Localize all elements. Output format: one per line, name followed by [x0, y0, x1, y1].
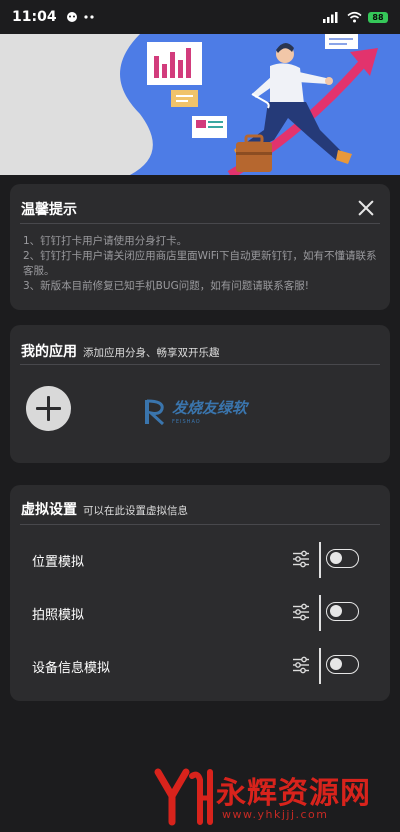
my-apps-header: 我的应用 添加应用分身、畅享双开乐趣 — [21, 341, 220, 361]
setting-row-camera: 拍照模拟 — [10, 595, 390, 631]
my-apps-card: 我的应用 添加应用分身、畅享双开乐趣 发烧友绿软 FEISHAO — [10, 325, 390, 463]
notice-divider — [20, 223, 380, 224]
status-right: 88 — [323, 11, 388, 23]
add-app-button[interactable] — [26, 386, 71, 431]
setting-label: 设备信息模拟 — [32, 661, 111, 676]
sliders-icon[interactable] — [292, 603, 310, 621]
setting-label: 拍照模拟 — [32, 608, 85, 623]
notice-text: 1、钉钉打卡用户请使用分身打卡。 2、钉钉打卡用户请关闭应用商店里面WiFi下自… — [23, 234, 380, 294]
setting-row-location: 位置模拟 — [10, 542, 390, 578]
close-icon[interactable] — [356, 198, 376, 218]
setting-label: 位置模拟 — [32, 555, 85, 570]
watermark-text: 发烧友绿软 — [172, 399, 248, 417]
notice-line: 3、新版本目前修复已知手机BUG问题，如有问题请联系客服! — [23, 280, 309, 292]
virtual-settings-divider — [20, 524, 380, 525]
virtual-settings-title: 虚拟设置 — [21, 502, 77, 518]
watermark-subtext: FEISHAO — [172, 419, 201, 425]
setting-row-device-info: 设备信息模拟 — [10, 648, 390, 684]
sliders-icon[interactable] — [292, 656, 310, 674]
app-notification-icon — [66, 12, 77, 22]
row-separator — [319, 648, 321, 684]
my-apps-title: 我的应用 — [21, 344, 77, 360]
notice-line: 2、钉钉打卡用户请关闭应用商店里面WiFi下自动更新钉钉，如有不懂请联系客服。 — [23, 250, 377, 277]
watermark-mark-icon — [145, 399, 165, 426]
toggle-knob — [330, 658, 342, 671]
footer-site-name: 永辉资源网 — [216, 776, 371, 811]
watermark-logo: 发烧友绿软 FEISHAO — [144, 395, 262, 433]
footer-site-url: www.yhkjjj.com — [222, 808, 329, 821]
notice-title: 温馨提示 — [21, 202, 77, 218]
status-time: 11:04 — [12, 9, 57, 25]
virtual-settings-header: 虚拟设置 可以在此设置虚拟信息 — [21, 499, 188, 519]
location-toggle[interactable] — [326, 549, 359, 568]
my-apps-divider — [20, 364, 380, 365]
device-info-toggle[interactable] — [326, 655, 359, 674]
wifi-icon — [347, 11, 362, 23]
camera-toggle[interactable] — [326, 602, 359, 621]
toggle-knob — [330, 552, 342, 565]
status-bar: 11:04 88 — [0, 0, 400, 34]
virtual-settings-subtitle: 可以在此设置虚拟信息 — [83, 505, 188, 517]
battery-icon: 88 — [368, 11, 388, 23]
footer-watermark: 永辉资源网 www.yhkjjj.com — [0, 760, 400, 832]
notice-card: 温馨提示 1、钉钉打卡用户请使用分身打卡。 2、钉钉打卡用户请关闭应用商店里面W… — [10, 184, 390, 310]
toggle-knob — [330, 605, 342, 618]
sliders-icon[interactable] — [292, 550, 310, 568]
virtual-settings-card: 虚拟设置 可以在此设置虚拟信息 位置模拟 拍照模拟 设备信息模拟 — [10, 485, 390, 701]
my-apps-subtitle: 添加应用分身、畅享双开乐趣 — [83, 347, 220, 359]
signal-icon — [323, 12, 338, 23]
more-dots-icon — [83, 15, 94, 19]
notice-line: 1、钉钉打卡用户请使用分身打卡。 — [23, 235, 188, 247]
banner-illustration — [0, 34, 400, 175]
row-separator — [319, 542, 321, 578]
yh-logo-icon — [154, 768, 213, 826]
notification-icons — [65, 11, 97, 23]
row-separator — [319, 595, 321, 631]
